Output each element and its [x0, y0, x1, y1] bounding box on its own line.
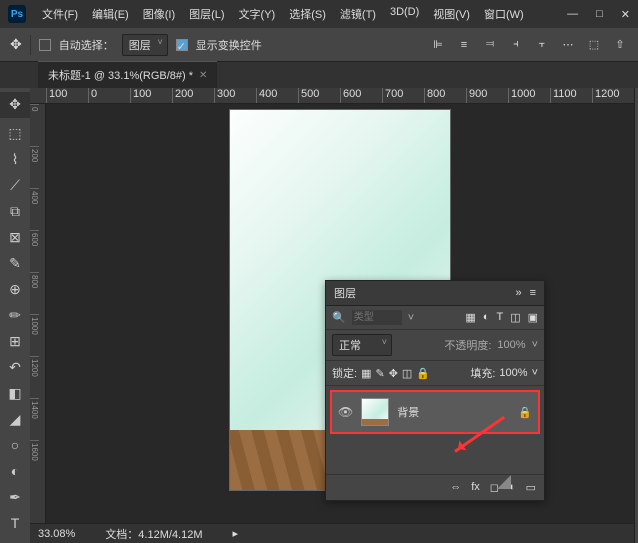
filter-type-icon[interactable]: T [496, 311, 503, 324]
main-menu: 文件(F) 编辑(E) 图像(I) 图层(L) 文字(Y) 选择(S) 滤镜(T… [36, 2, 567, 26]
fill-label: 填充: [470, 365, 495, 381]
menu-layer[interactable]: 图层(L) [183, 2, 230, 26]
share-icon[interactable]: ⇧ [612, 37, 628, 53]
crop-tool[interactable]: ⧉ [0, 198, 30, 224]
healing-tool[interactable]: ⊕ [0, 276, 30, 302]
lock-artboard-icon[interactable]: ◫ [402, 367, 412, 380]
minimize-icon[interactable]: ― [567, 8, 578, 21]
align-right-icon[interactable]: ⫤ [482, 37, 498, 53]
ps-logo: Ps [8, 5, 26, 23]
opacity-value[interactable]: 100% [497, 339, 525, 351]
dodge-tool[interactable]: ◐ [0, 458, 30, 484]
menu-type[interactable]: 文字(Y) [233, 2, 282, 26]
auto-select-checkbox[interactable] [39, 39, 51, 51]
menu-file[interactable]: 文件(F) [36, 2, 84, 26]
vertical-ruler: 02004006008001000120014001600 [30, 104, 46, 523]
panel-expand-icon[interactable]: » [515, 287, 521, 299]
menu-filter[interactable]: 滤镜(T) [334, 2, 382, 26]
close-icon[interactable]: ✕ [621, 8, 630, 21]
stamp-tool[interactable]: ⊞ [0, 328, 30, 354]
layers-panel: 图层 » ≡ 🔍 ˅ ▦ ◐ T ◫ ▣ 正常 不透明度: 100% ˅ 锁定:… [325, 280, 545, 501]
document-tab[interactable]: 未标题-1 @ 33.1%(RGB/8#) * ✕ [38, 61, 217, 88]
toolbar: ✥ ⬚ ⌇ ⟋ ⧉ ⊠ ✎ ⊕ ✏ ⊞ ↶ ◧ ◢ ○ ◐ ✒ T [0, 88, 30, 543]
move-tool[interactable]: ✥ [0, 92, 30, 118]
eyedropper-tool[interactable]: ✎ [0, 250, 30, 276]
lock-label: 锁定: [332, 365, 357, 381]
right-panels: ↺历... 🎨颜色 ▦色板 ▄渐变 ▧图案 ≡属性 ◐调整 ◆通道 ╬路径 ❖图… [634, 88, 638, 543]
filter-shape-icon[interactable]: ◫ [510, 311, 520, 324]
layer-fx-icon[interactable]: fx [471, 481, 480, 494]
menu-select[interactable]: 选择(S) [283, 2, 332, 26]
lock-position-icon[interactable]: ✎ [375, 367, 384, 380]
menu-view[interactable]: 视图(V) [427, 2, 476, 26]
align-center-icon[interactable]: ≡ [456, 37, 472, 53]
type-tool[interactable]: T [0, 510, 30, 536]
new-group-icon[interactable]: ▭ [526, 481, 536, 494]
show-transform-checkbox[interactable]: ✓ [176, 39, 188, 51]
layer-item-background[interactable]: 👁 背景 🔒 [330, 390, 540, 434]
layer-dropdown[interactable]: 图层 [122, 34, 168, 56]
show-transform-label: 显示变换控件 [196, 37, 262, 53]
doc-size: 文档：4.12M/4.12M [105, 526, 202, 542]
horizontal-ruler: 1000100200300400500600700800900100011001… [30, 88, 634, 104]
panel-menu-icon[interactable]: ≡ [530, 287, 536, 299]
resize-handle-icon[interactable] [497, 475, 511, 489]
blend-mode-dropdown[interactable]: 正常 [332, 334, 392, 356]
status-chevron-icon[interactable]: ▸ [233, 527, 239, 540]
auto-select-label: 自动选择： [59, 37, 114, 53]
filter-smart-icon[interactable]: ▣ [528, 311, 538, 324]
brush-tool[interactable]: ✏ [0, 302, 30, 328]
maximize-icon[interactable]: □ [596, 8, 603, 21]
tab-close-icon[interactable]: ✕ [199, 70, 207, 81]
menu-image[interactable]: 图像(I) [137, 2, 181, 26]
lock-move-icon[interactable]: ✥ [389, 367, 398, 380]
filter-pixel-icon[interactable]: ▦ [465, 311, 475, 324]
pen-tool[interactable]: ✒ [0, 484, 30, 510]
menu-edit[interactable]: 编辑(E) [86, 2, 135, 26]
distribute-h-icon[interactable]: ⫞ [508, 37, 524, 53]
lasso-tool[interactable]: ⌇ [0, 146, 30, 172]
layer-thumbnail[interactable] [361, 398, 389, 426]
filter-adjustment-icon[interactable]: ◐ [483, 311, 490, 324]
fill-value[interactable]: 100% [499, 367, 527, 379]
layer-filter-input[interactable] [352, 310, 402, 325]
eraser-tool[interactable]: ◧ [0, 380, 30, 406]
blur-tool[interactable]: ○ [0, 432, 30, 458]
menu-window[interactable]: 窗口(W) [478, 2, 530, 26]
link-layers-icon[interactable]: ⇔ [450, 481, 461, 494]
zoom-level[interactable]: 33.08% [38, 528, 75, 540]
layer-name[interactable]: 背景 [397, 404, 510, 420]
layer-lock-icon[interactable]: 🔒 [518, 406, 532, 419]
gradient-tool[interactable]: ◢ [0, 406, 30, 432]
layers-panel-title: 图层 [334, 285, 515, 301]
marquee-tool[interactable]: ⬚ [0, 120, 30, 146]
opacity-label: 不透明度: [444, 337, 491, 353]
options-bar: ✥ 自动选择： 图层 ✓ 显示变换控件 ⊫ ≡ ⫤ ⫞ ⫟ ⋯ ⬚ ⇧ [0, 28, 638, 62]
menu-3d[interactable]: 3D(D) [384, 2, 425, 26]
lock-all-icon[interactable]: 🔒 [416, 367, 430, 380]
history-brush-tool[interactable]: ↶ [0, 354, 30, 380]
move-tool-icon: ✥ [10, 36, 22, 53]
more-icon[interactable]: ⋯ [560, 37, 576, 53]
align-left-icon[interactable]: ⊫ [430, 37, 446, 53]
frame-tool[interactable]: ⊠ [0, 224, 30, 250]
visibility-icon[interactable]: 👁 [338, 405, 353, 419]
tab-title: 未标题-1 @ 33.1%(RGB/8#) * [48, 67, 193, 83]
3d-mode-icon[interactable]: ⬚ [586, 37, 602, 53]
distribute-v-icon[interactable]: ⫟ [534, 37, 550, 53]
status-bar: 33.08% 文档：4.12M/4.12M ▸ [30, 523, 634, 543]
search-icon: 🔍 [332, 311, 346, 324]
lock-pixels-icon[interactable]: ▦ [361, 367, 371, 380]
wand-tool[interactable]: ⟋ [0, 172, 30, 198]
